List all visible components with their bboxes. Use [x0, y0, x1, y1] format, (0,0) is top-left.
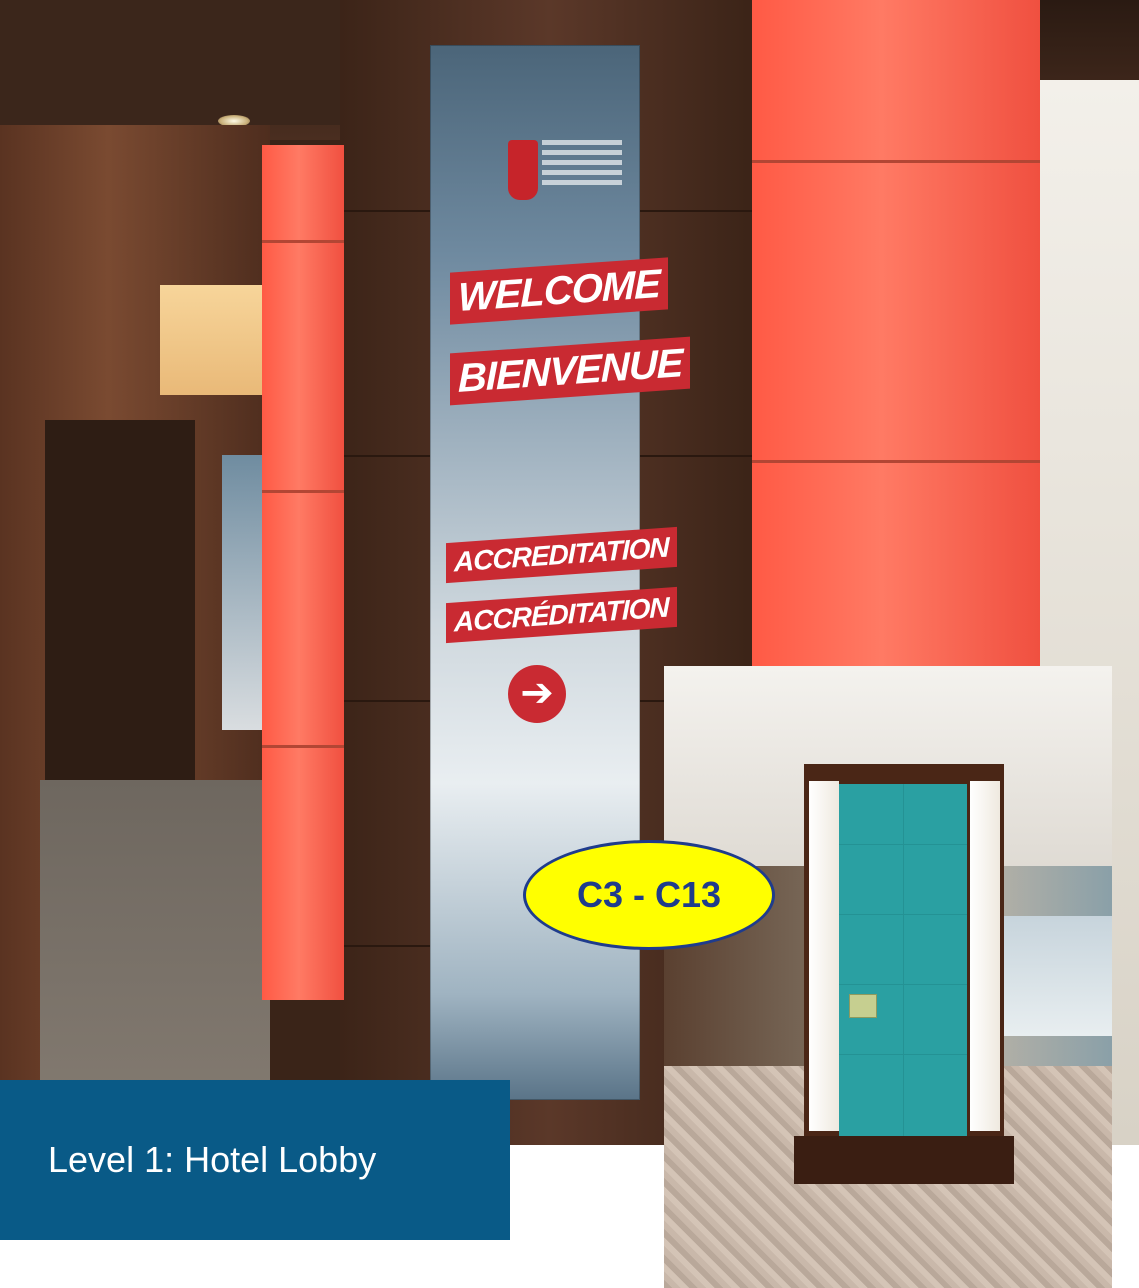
doorway [45, 420, 195, 780]
lit-wall-panel [160, 285, 270, 395]
pillar-seam [262, 240, 344, 243]
caption-text: Level 1: Hotel Lobby [48, 1139, 377, 1180]
event-logo [508, 140, 538, 200]
logo-text-lines [542, 140, 622, 200]
inset-photo [664, 666, 1112, 1288]
caption-box: Level 1: Hotel Lobby [0, 1080, 510, 1240]
wall-plaque [849, 994, 877, 1018]
inset-column-light-right [970, 781, 1000, 1131]
pillar-seam [262, 490, 344, 493]
red-light-pillar-right [752, 0, 1040, 700]
pillar-seam [752, 160, 1040, 163]
location-label-bubble: C3 - C13 [523, 840, 775, 950]
inset-column-base [794, 1136, 1014, 1184]
red-light-pillar-left [262, 145, 344, 1000]
inset-column-light-left [809, 781, 839, 1131]
location-label-text: C3 - C13 [576, 874, 722, 915]
inset-window [1004, 916, 1112, 1036]
pillar-seam [262, 745, 344, 748]
right-arrow-icon: ➔ [508, 665, 566, 723]
pillar-seam [752, 460, 1040, 463]
panel-seam [903, 784, 904, 1136]
banner-welcome: WELCOME [450, 257, 668, 325]
